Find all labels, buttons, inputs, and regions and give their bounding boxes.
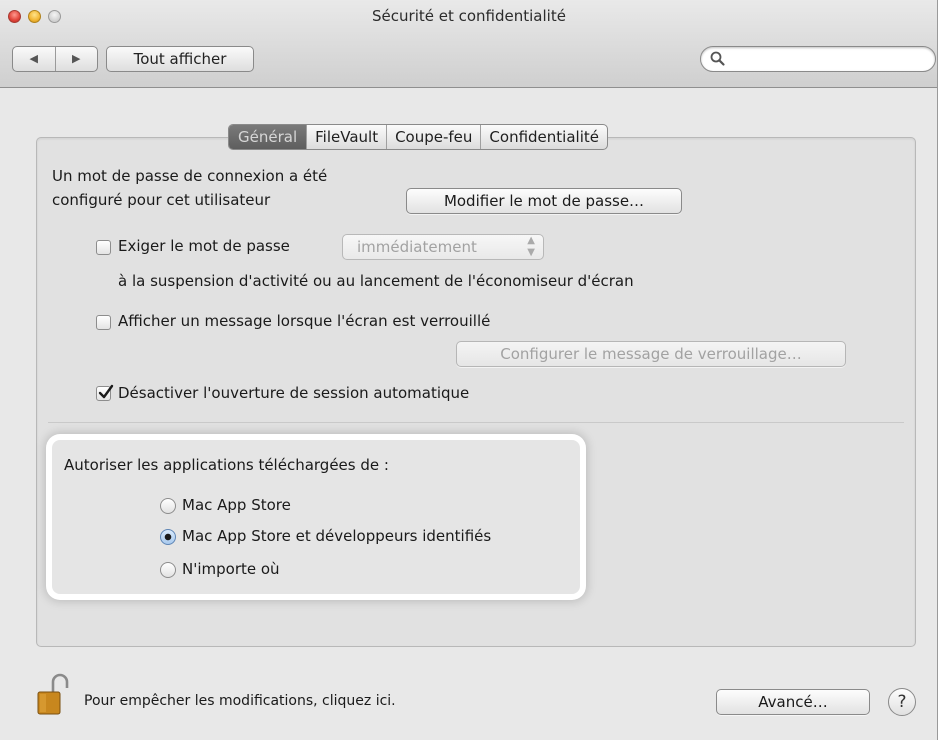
show-message-label: Afficher un message lorsque l'écran est … xyxy=(118,312,491,330)
search-icon xyxy=(710,51,725,66)
section-divider xyxy=(48,422,904,423)
radio-anywhere-label: N'importe où xyxy=(182,560,280,578)
radio-mac-app-store-label: Mac App Store xyxy=(182,496,291,514)
system-preferences-window: Sécurité et confidentialité ◀ ▶ Tout aff… xyxy=(0,0,938,740)
disable-auto-login-checkbox[interactable] xyxy=(96,384,114,401)
tab-privacy[interactable]: Confidentialité xyxy=(480,125,607,149)
tab-firewall[interactable]: Coupe-feu xyxy=(386,125,480,149)
search-input[interactable] xyxy=(731,49,931,71)
change-password-button[interactable]: Modifier le mot de passe… xyxy=(406,188,682,214)
radio-anywhere[interactable] xyxy=(160,562,176,578)
search-field[interactable] xyxy=(700,46,936,72)
tab-bar: Général FileVault Coupe-feu Confidential… xyxy=(228,124,608,150)
lock-icon[interactable] xyxy=(36,672,72,716)
radio-mac-app-store[interactable] xyxy=(160,498,176,514)
password-status-line2: configuré pour cet utilisateur xyxy=(52,191,271,209)
password-status-line1: Un mot de passe de connexion a été xyxy=(52,167,328,185)
popup-arrows-icon: ▲ ▼ xyxy=(527,235,535,258)
tab-general[interactable]: Général xyxy=(229,125,307,149)
show-all-button[interactable]: Tout afficher xyxy=(106,46,254,72)
help-button[interactable]: ? xyxy=(888,688,916,716)
configure-lock-message-button[interactable]: Configurer le message de verrouillage… xyxy=(456,341,846,367)
radio-mac-app-store-identified-developers[interactable] xyxy=(160,529,176,545)
require-password-checkbox[interactable] xyxy=(96,240,111,255)
radio-identified-developers-label: Mac App Store et développeurs identifiés xyxy=(182,527,492,545)
lock-instructions: Pour empêcher les modifications, cliquez… xyxy=(84,693,396,709)
require-password-delay-popup[interactable]: immédiatement ▲ ▼ xyxy=(342,234,544,260)
require-password-suffix: à la suspension d'activité ou au lanceme… xyxy=(118,272,634,290)
allow-apps-heading: Autoriser les applications téléchargées … xyxy=(64,456,389,474)
disable-auto-login-label: Désactiver l'ouverture de session automa… xyxy=(118,384,470,402)
window-titlebar: Sécurité et confidentialité ◀ ▶ Tout aff… xyxy=(0,0,937,88)
require-password-delay-value: immédiatement xyxy=(357,238,477,256)
window-title: Sécurité et confidentialité xyxy=(372,7,566,25)
tab-filevault[interactable]: FileVault xyxy=(306,125,386,149)
advanced-button[interactable]: Avancé… xyxy=(716,689,870,715)
back-forward-control: ◀ ▶ xyxy=(12,46,98,72)
checkmark-icon xyxy=(98,384,114,399)
forward-arrow-icon[interactable]: ▶ xyxy=(54,47,98,71)
require-password-label: Exiger le mot de passe xyxy=(118,237,290,255)
show-message-checkbox[interactable] xyxy=(96,315,111,330)
back-arrow-icon[interactable]: ◀ xyxy=(13,47,55,71)
